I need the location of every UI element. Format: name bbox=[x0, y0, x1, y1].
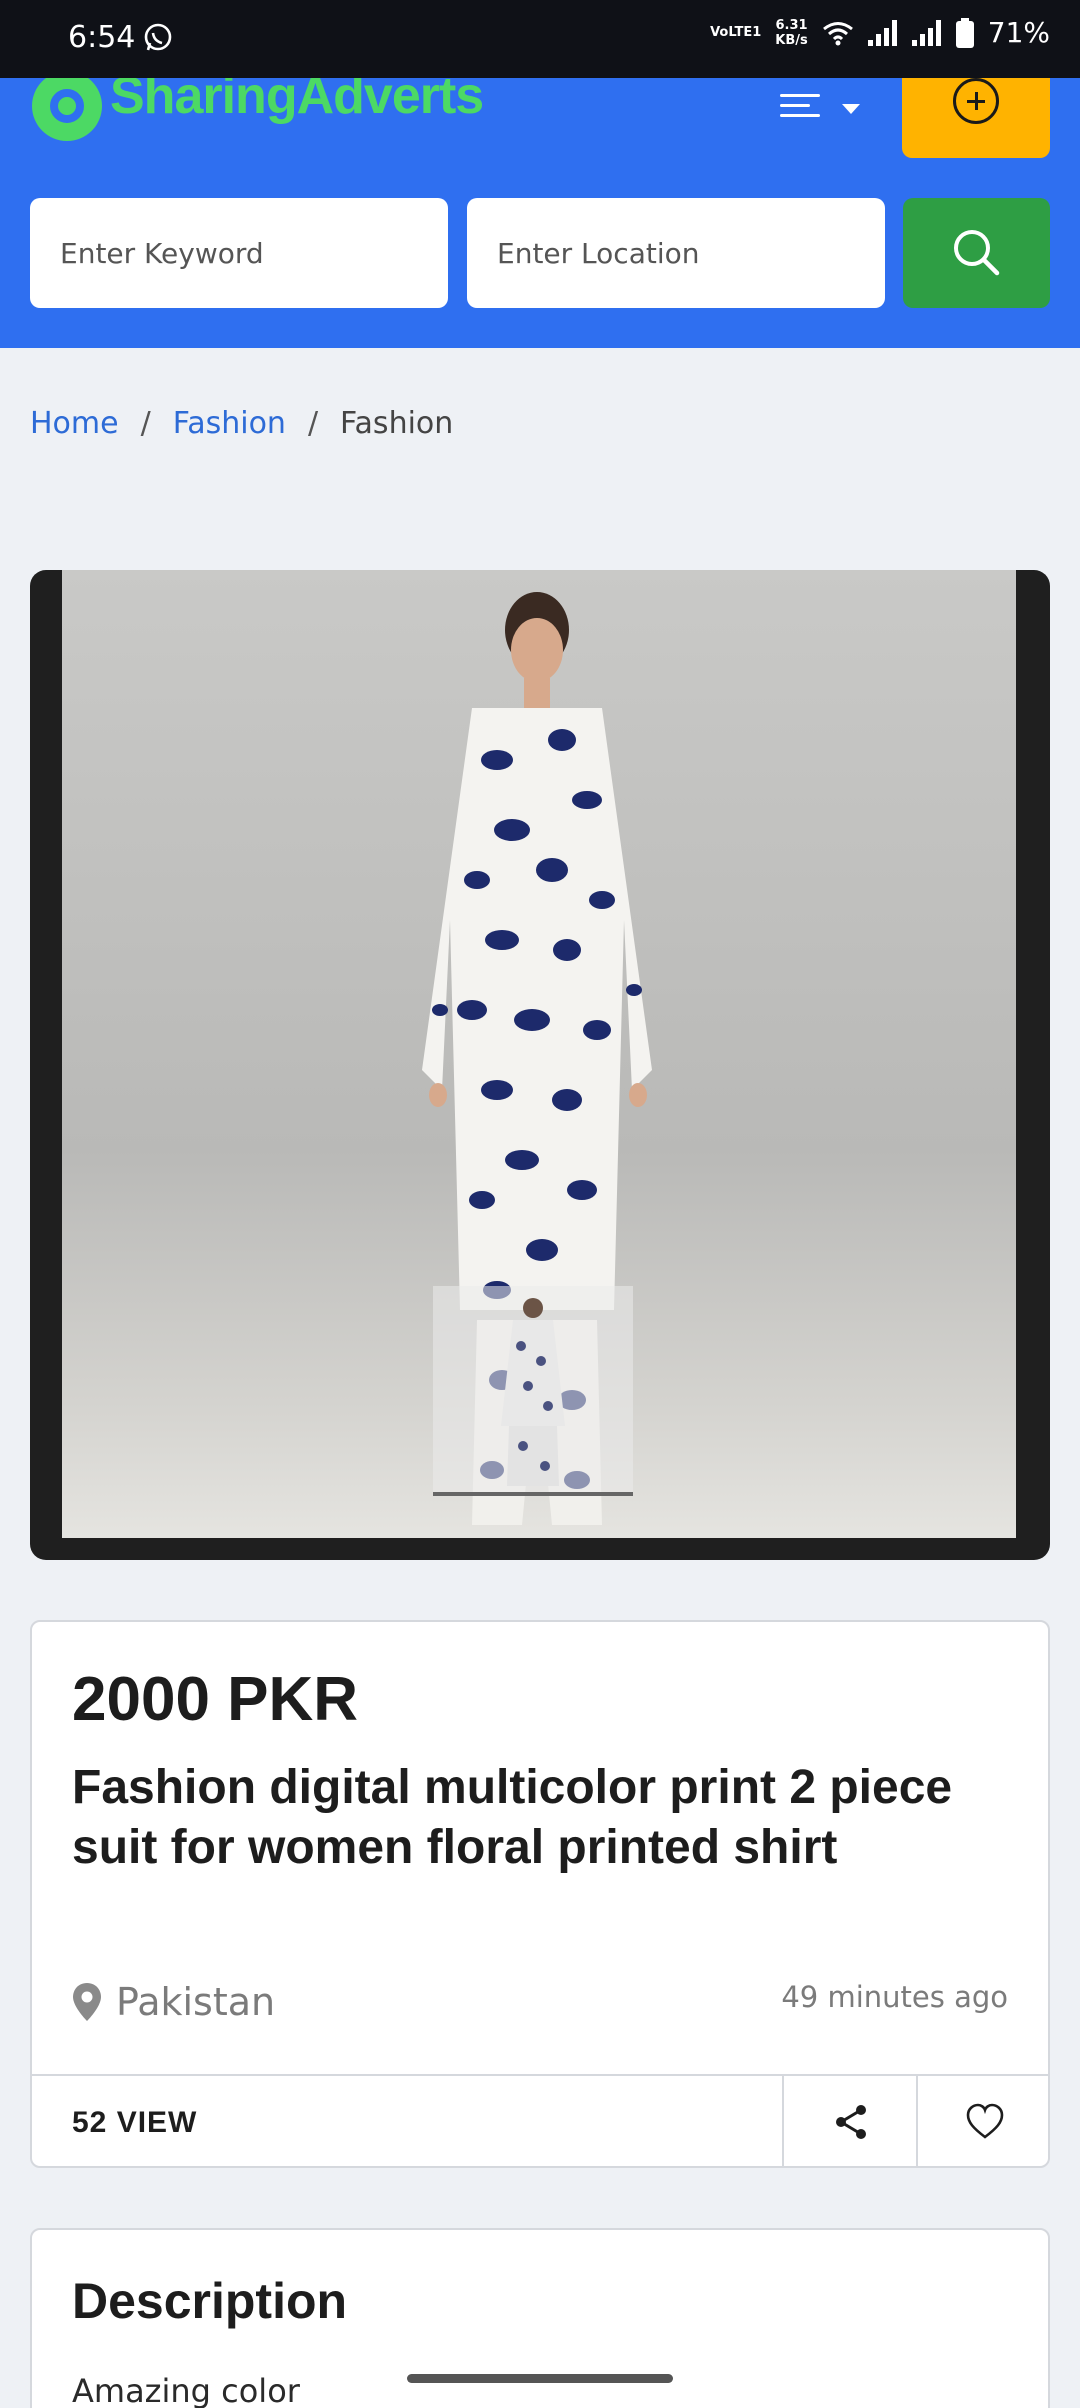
heart-icon bbox=[966, 2103, 1004, 2139]
breadcrumb-home[interactable]: Home bbox=[30, 406, 119, 441]
thumbnail-figure bbox=[501, 1298, 565, 1486]
share-icon bbox=[836, 2105, 866, 2139]
listing-card: 2000 PKR Fashion digital multicolor prin… bbox=[30, 1620, 1050, 2168]
listing-actions: 52 VIEW bbox=[32, 2074, 1048, 2168]
status-time: 6:54 bbox=[68, 20, 136, 55]
listing-posted-time: 49 minutes ago bbox=[781, 1980, 1008, 2014]
favorite-button[interactable] bbox=[916, 2076, 1050, 2168]
plus-circle-icon bbox=[953, 78, 999, 124]
keyword-input[interactable] bbox=[30, 198, 448, 308]
search-icon bbox=[954, 230, 1000, 276]
map-pin-icon bbox=[73, 1983, 101, 2021]
battery-icon bbox=[955, 17, 974, 48]
site-header: SharingAdverts bbox=[0, 78, 1080, 348]
volte-indicator: VoLTE1 bbox=[710, 25, 762, 40]
menu-button[interactable] bbox=[780, 84, 870, 132]
description-text: Amazing color bbox=[72, 2372, 300, 2408]
view-count: 52 VIEW bbox=[72, 2106, 198, 2139]
breadcrumb-separator: / bbox=[307, 406, 319, 441]
logo-text-secondary: Adverts bbox=[296, 78, 484, 125]
net-speed-unit: KB/s bbox=[775, 32, 808, 48]
whatsapp-icon bbox=[144, 23, 172, 51]
breadcrumb-category[interactable]: Fashion bbox=[173, 406, 286, 441]
signal-icon-2 bbox=[911, 19, 942, 46]
chevron-down-icon bbox=[842, 104, 860, 114]
breadcrumb-current: Fashion bbox=[340, 406, 454, 441]
description-heading: Description bbox=[72, 2273, 348, 2329]
logo-mark-icon bbox=[32, 78, 102, 141]
search-button[interactable] bbox=[903, 198, 1050, 308]
product-image-gallery[interactable] bbox=[30, 570, 1050, 1560]
site-logo[interactable]: SharingAdverts bbox=[32, 78, 483, 150]
status-bar: 6:54 VoLTE1 6.31 KB/s 71% bbox=[0, 0, 1080, 78]
listing-price: 2000 PKR bbox=[72, 1665, 359, 1734]
wifi-icon bbox=[822, 21, 853, 45]
post-ad-button[interactable] bbox=[902, 78, 1050, 158]
share-button[interactable] bbox=[782, 2076, 916, 2168]
gallery-thumbnail[interactable] bbox=[433, 1286, 633, 1496]
net-speed-value: 6.31 bbox=[775, 17, 808, 33]
listing-location: Pakistan bbox=[116, 1980, 276, 2024]
signal-icon bbox=[867, 19, 898, 46]
breadcrumb: Home / Fashion / Fashion bbox=[30, 406, 453, 441]
breadcrumb-separator: / bbox=[140, 406, 151, 441]
home-indicator[interactable] bbox=[407, 2374, 673, 2383]
battery-percent: 71% bbox=[987, 16, 1050, 49]
hamburger-icon bbox=[780, 94, 820, 97]
location-input[interactable] bbox=[467, 198, 885, 308]
logo-text-primary: Sharing bbox=[110, 78, 298, 125]
listing-title: Fashion digital multicolor print 2 piece… bbox=[72, 1761, 953, 1874]
